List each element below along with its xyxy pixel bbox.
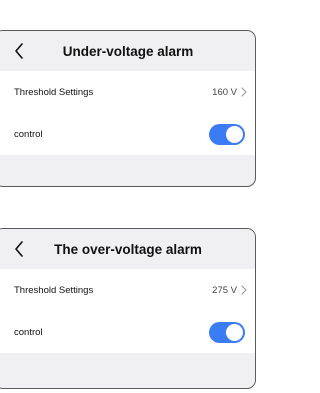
back-arrow-icon bbox=[15, 241, 23, 257]
threshold-settings-label: Threshold Settings bbox=[14, 86, 94, 98]
settings-list: Threshold Settings 160 V control bbox=[0, 71, 255, 155]
settings-list: Threshold Settings 275 V control bbox=[0, 269, 255, 353]
control-row: control bbox=[0, 311, 255, 353]
back-button[interactable] bbox=[9, 237, 29, 261]
chevron-right-icon bbox=[241, 285, 247, 295]
under-voltage-header: Under-voltage alarm bbox=[0, 31, 255, 71]
threshold-value-link[interactable]: 160 V bbox=[212, 87, 247, 98]
page-title: Under-voltage alarm bbox=[62, 43, 194, 59]
threshold-value-link[interactable]: 275 V bbox=[212, 285, 247, 296]
control-toggle[interactable] bbox=[209, 123, 245, 145]
chevron-right-icon bbox=[241, 87, 247, 97]
threshold-settings-row[interactable]: Threshold Settings 275 V bbox=[0, 269, 255, 311]
back-button[interactable] bbox=[9, 39, 29, 63]
toggle-knob bbox=[226, 125, 243, 143]
over-voltage-header: The over-voltage alarm bbox=[0, 229, 255, 269]
toggle-knob bbox=[226, 323, 243, 341]
page-title: The over-voltage alarm bbox=[54, 241, 202, 257]
threshold-value: 160 V bbox=[212, 86, 237, 98]
over-voltage-panel: The over-voltage alarm Threshold Setting… bbox=[0, 228, 256, 389]
back-arrow-icon bbox=[15, 43, 23, 59]
control-label: control bbox=[14, 128, 43, 140]
control-toggle[interactable] bbox=[209, 321, 245, 343]
threshold-settings-label: Threshold Settings bbox=[14, 284, 94, 296]
threshold-settings-row[interactable]: Threshold Settings 160 V bbox=[0, 71, 255, 113]
control-row: control bbox=[0, 113, 255, 155]
under-voltage-panel: Under-voltage alarm Threshold Settings 1… bbox=[0, 30, 256, 187]
threshold-value: 275 V bbox=[212, 284, 237, 296]
control-label: control bbox=[14, 326, 43, 338]
